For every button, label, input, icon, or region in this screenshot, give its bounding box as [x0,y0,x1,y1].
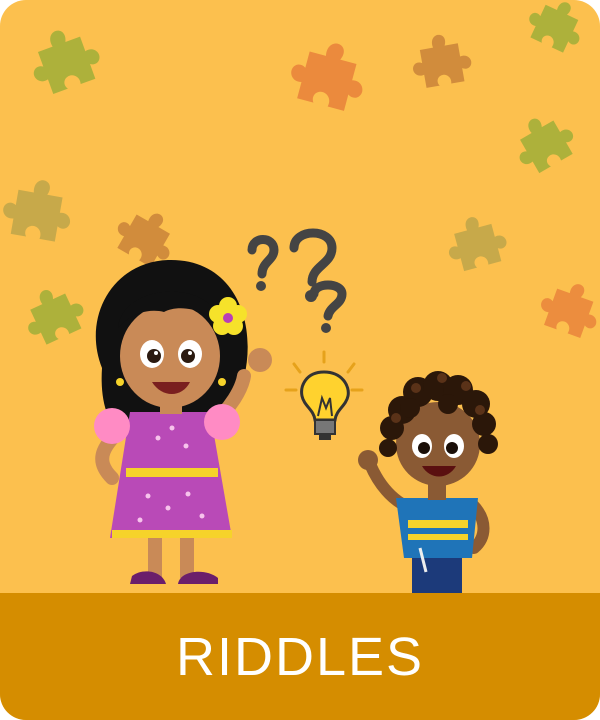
puzzle-piece-icon [505,105,582,179]
boy-character [358,371,498,594]
illustration [0,0,600,594]
puzzle-piece-icon [0,174,77,244]
puzzle-piece-icon [284,33,373,115]
puzzle-piece-icon [521,0,592,57]
puzzle-piece-icon [534,274,600,342]
girl-character [94,259,272,584]
title-banner[interactable]: RIDDLES [0,593,600,720]
riddles-card[interactable]: RIDDLES [0,0,600,720]
puzzle-piece-icon [407,29,475,90]
lightbulb-icon [284,350,364,440]
card-title: RIDDLES [175,626,425,687]
puzzle-piece-icon [22,19,107,98]
puzzle-piece-icon [441,209,512,274]
